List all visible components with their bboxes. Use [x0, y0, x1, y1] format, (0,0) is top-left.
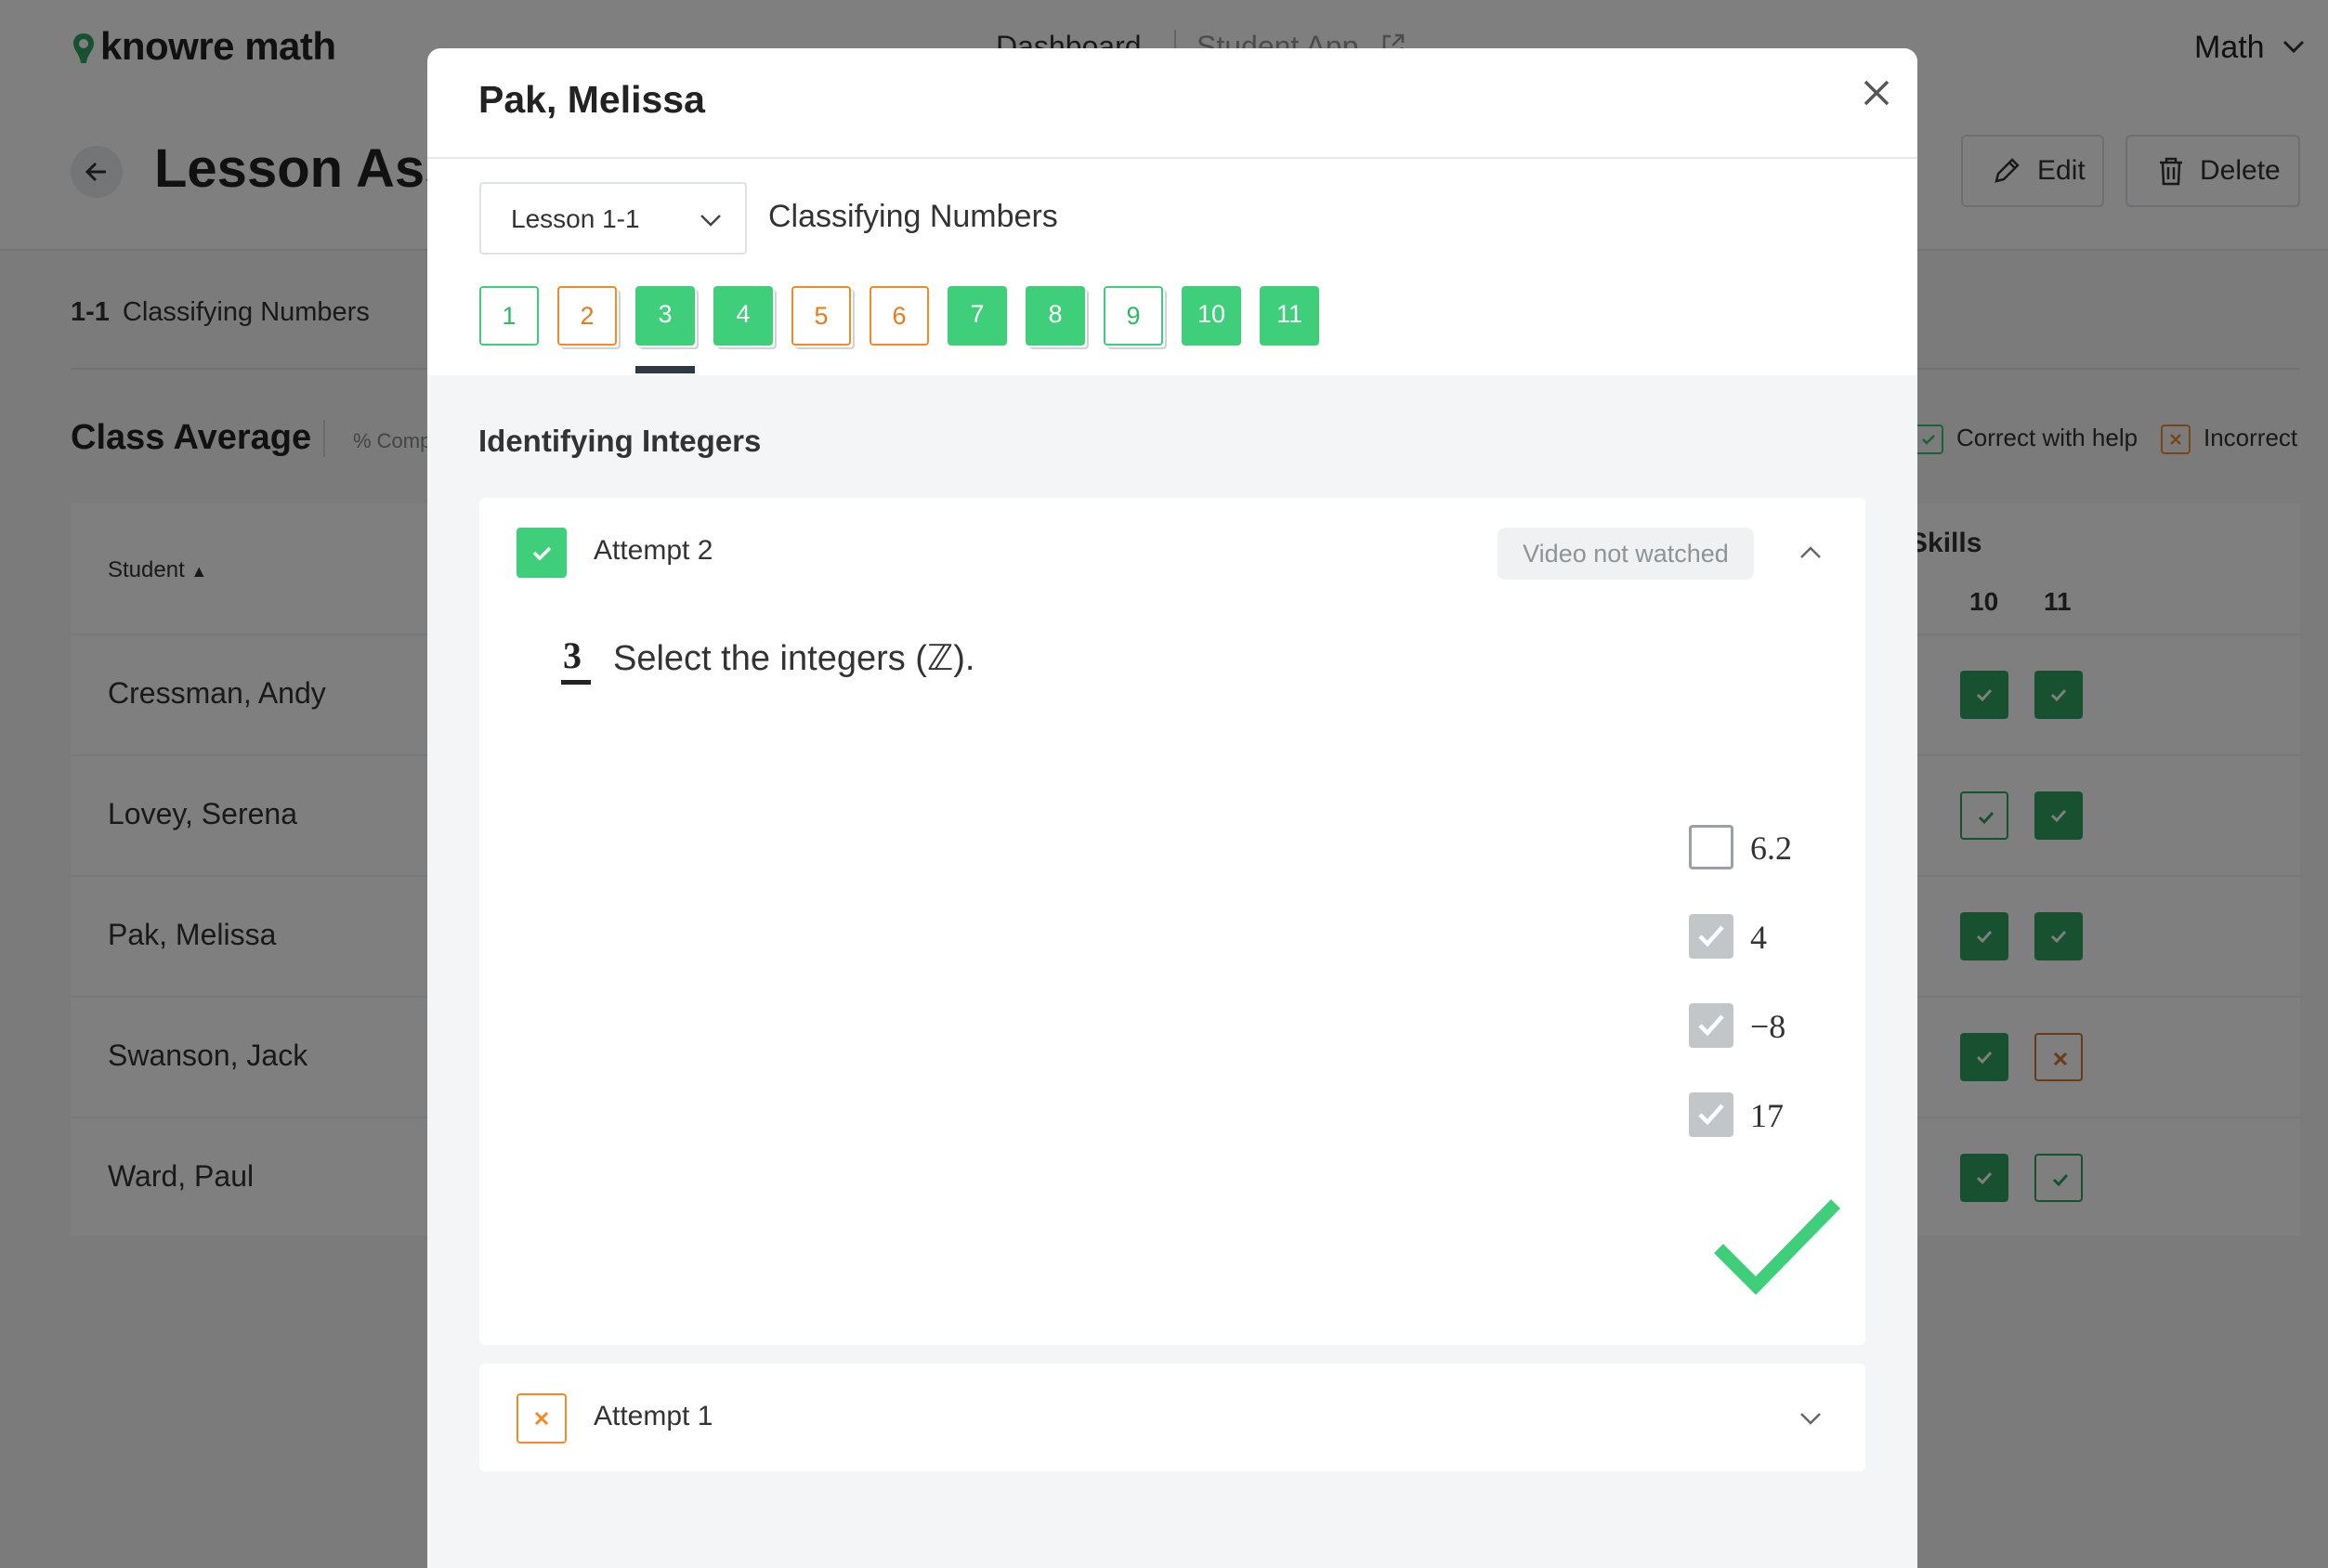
- question-button-6[interactable]: 6: [870, 286, 929, 346]
- question-button-9[interactable]: 9: [1104, 286, 1163, 346]
- question-button-11[interactable]: 11: [1260, 286, 1319, 346]
- student-detail-modal: Pak, Melissa Lesson 1-1 Classifying Numb…: [427, 48, 1917, 1568]
- chevron-down-icon[interactable]: [1798, 1410, 1823, 1427]
- question-text: Select the integers (ℤ).: [613, 639, 975, 678]
- question-button-3[interactable]: 3: [635, 286, 695, 346]
- question-number: 3: [563, 634, 582, 676]
- skill-title: Identifying Integers: [478, 424, 762, 458]
- question-button-8[interactable]: 8: [1026, 286, 1085, 346]
- check-icon: [1698, 1014, 1724, 1037]
- option-checkbox[interactable]: [1689, 1003, 1733, 1048]
- video-status-badge: Video not watched: [1498, 528, 1754, 580]
- lesson-title: Classifying Numbers: [768, 199, 1058, 234]
- option-checkbox[interactable]: [1689, 914, 1733, 959]
- correct-status-badge: [517, 528, 567, 578]
- option-value: 6.2: [1750, 830, 1792, 867]
- question-button-5[interactable]: 5: [791, 286, 851, 346]
- chevron-up-icon[interactable]: [1798, 544, 1823, 561]
- chevron-down-icon: [700, 215, 721, 227]
- incorrect-status-badge: [517, 1393, 567, 1444]
- lesson-select[interactable]: Lesson 1-1: [479, 182, 747, 255]
- attempt-1-panel[interactable]: Attempt 1: [479, 1364, 1865, 1471]
- option-checkbox[interactable]: [1689, 1092, 1733, 1137]
- question-button-1[interactable]: 1: [479, 286, 539, 346]
- correct-checkmark-icon: [1714, 1199, 1841, 1295]
- check-icon: [1698, 925, 1724, 947]
- option-value: −8: [1750, 1008, 1786, 1045]
- question-button-10[interactable]: 10: [1182, 286, 1241, 346]
- attempt-2-panel: Attempt 2 Video not watched 3 Select the…: [479, 498, 1865, 1345]
- attempt-label: Attempt 1: [594, 1401, 713, 1431]
- option-checkbox[interactable]: [1689, 825, 1733, 869]
- x-icon: [534, 1411, 549, 1426]
- attempt-label: Attempt 2: [594, 535, 713, 566]
- question-button-2[interactable]: 2: [557, 286, 617, 346]
- option-value: 17: [1750, 1097, 1784, 1134]
- question-number-underline: [561, 680, 591, 685]
- question-button-4[interactable]: 4: [713, 286, 773, 346]
- modal-title: Pak, Melissa: [478, 78, 705, 121]
- divider: [427, 157, 1917, 159]
- option-value: 4: [1750, 919, 1767, 956]
- check-icon: [532, 546, 552, 561]
- question-button-7[interactable]: 7: [948, 286, 1007, 346]
- check-icon: [1698, 1104, 1724, 1126]
- active-question-indicator: [635, 366, 695, 373]
- close-icon[interactable]: [1860, 76, 1893, 110]
- lesson-select-value: Lesson 1-1: [511, 204, 640, 233]
